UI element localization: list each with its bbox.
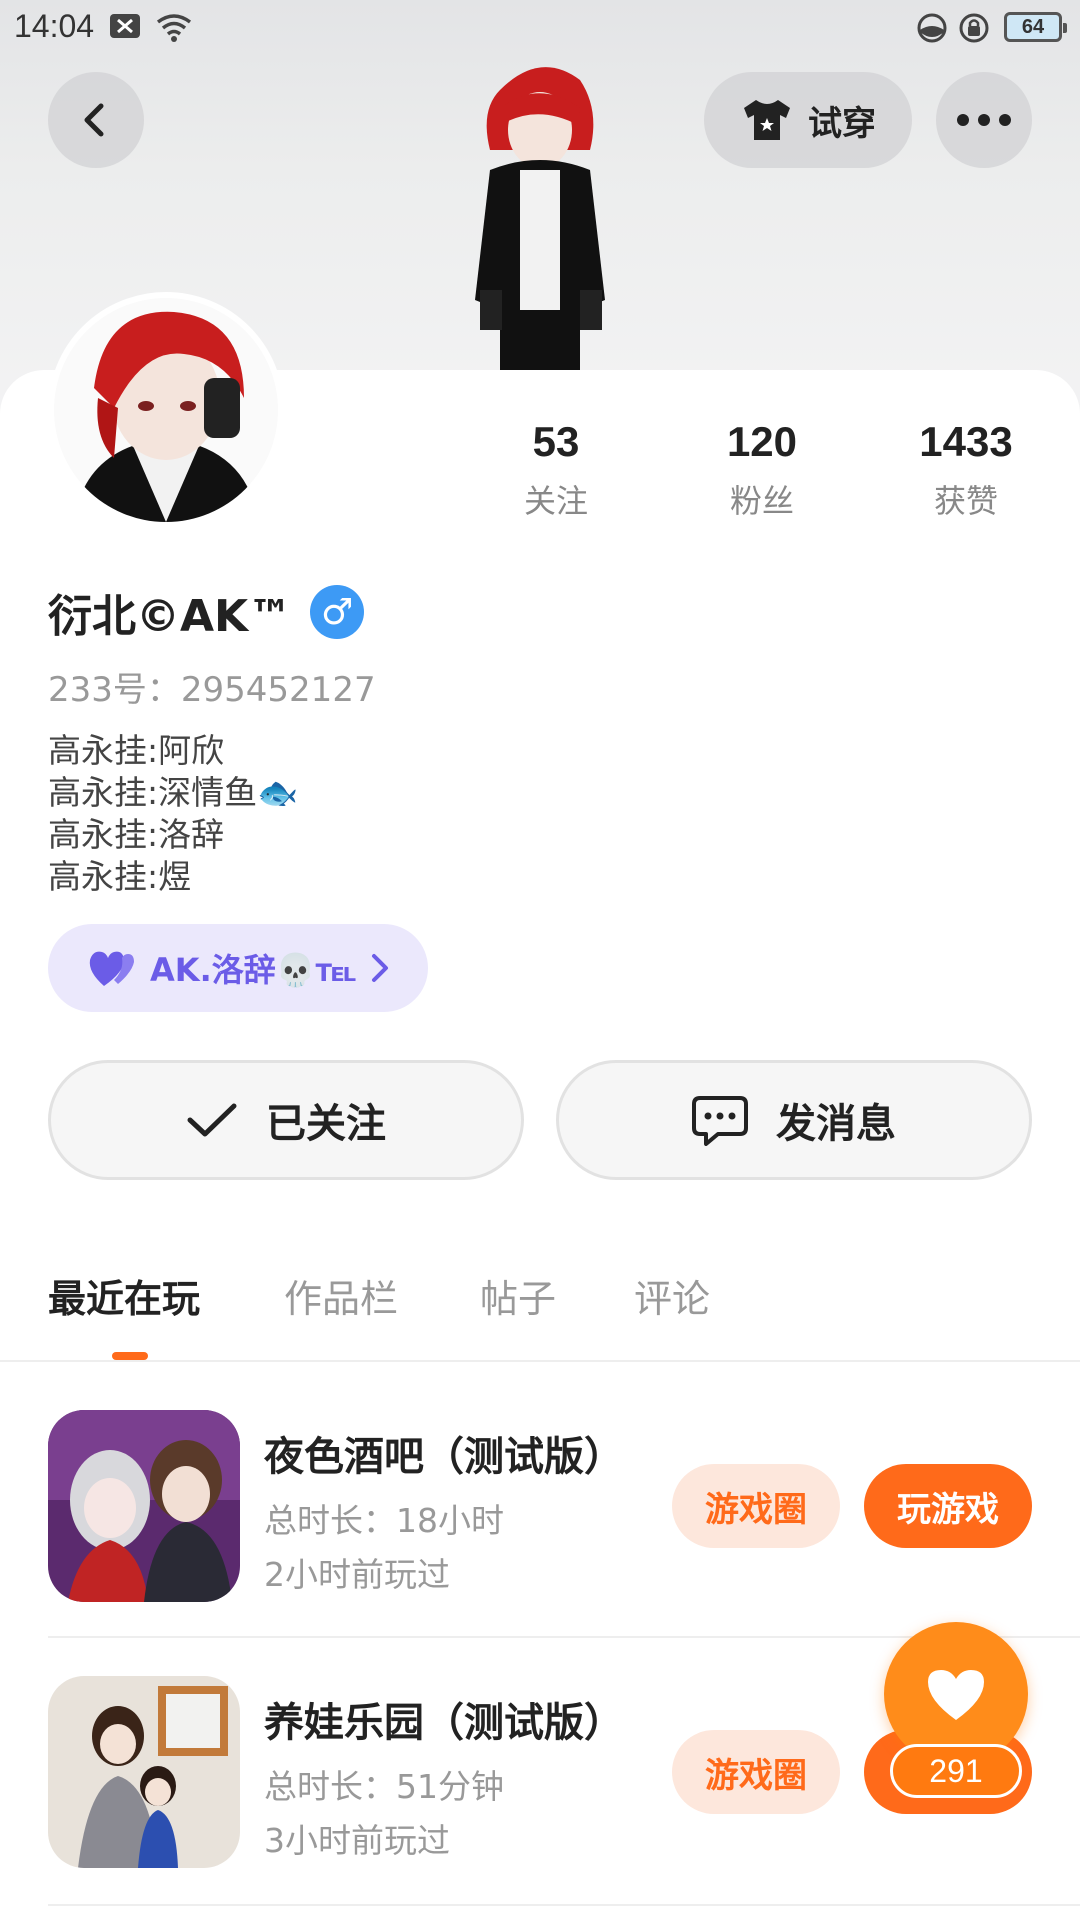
play-game-button[interactable]: 玩游戏 bbox=[864, 1464, 1032, 1548]
rotation-lock-icon bbox=[959, 13, 989, 43]
more-button[interactable] bbox=[936, 72, 1032, 168]
avatar[interactable] bbox=[48, 292, 284, 528]
stat-likes[interactable]: 1433 获赞 bbox=[886, 418, 1046, 522]
chevron-right-icon bbox=[372, 954, 388, 982]
user-id[interactable]: 233号：295452127 bbox=[48, 662, 376, 711]
game-row[interactable]: 夜色酒吧（测试版） 总时长：18小时 2小时前玩过 游戏圈 玩游戏 bbox=[48, 1410, 1032, 1610]
game-circle-button[interactable]: 游戏圈 bbox=[672, 1730, 840, 1814]
stat-likes-value: 1433 bbox=[919, 418, 1013, 465]
notification-icon bbox=[110, 14, 140, 38]
game-icon[interactable] bbox=[48, 1410, 240, 1602]
bio-line: 高永挂:深情鱼🐟 bbox=[48, 773, 299, 812]
tab-recently-played[interactable]: 最近在玩 bbox=[48, 1268, 200, 1323]
gender-male-icon: ♂ bbox=[310, 585, 365, 639]
game-circle-button[interactable]: 游戏圈 bbox=[672, 1464, 840, 1548]
stat-likes-label: 获赞 bbox=[933, 482, 998, 520]
tab-posts[interactable]: 帖子 bbox=[480, 1268, 556, 1323]
stat-following-label: 关注 bbox=[523, 482, 588, 520]
battery-indicator: 64 bbox=[1004, 12, 1067, 42]
chat-bubble-icon bbox=[692, 1096, 748, 1146]
avatar-image bbox=[54, 298, 278, 522]
game-cover-image bbox=[48, 1410, 240, 1602]
tshirt-icon bbox=[744, 100, 790, 140]
tab-comments[interactable]: 评论 bbox=[634, 1268, 710, 1323]
heart-icon bbox=[928, 1670, 984, 1720]
bio-line: 高永挂:煜 bbox=[48, 857, 192, 896]
game-duration: 总时长：18小时 bbox=[264, 1501, 504, 1540]
back-button[interactable] bbox=[48, 72, 144, 168]
double-heart-icon bbox=[89, 951, 134, 986]
tabs-divider bbox=[0, 1360, 1080, 1362]
try-on-label: 试穿 bbox=[808, 103, 876, 144]
tab-works[interactable]: 作品栏 bbox=[284, 1268, 398, 1323]
character-figure bbox=[475, 67, 605, 370]
wifi-icon bbox=[156, 14, 192, 42]
bio-line: 高永挂:洛辞 bbox=[48, 815, 225, 854]
name-row: 衍北©AK™ ♂ bbox=[48, 580, 365, 644]
game-title: 夜色酒吧（测试版） bbox=[264, 1434, 624, 1480]
try-on-button[interactable]: 试穿 bbox=[704, 72, 912, 168]
stat-fans-label: 粉丝 bbox=[729, 482, 794, 520]
bio-line: 高永挂:阿欣 bbox=[48, 731, 225, 770]
row-divider bbox=[48, 1904, 1080, 1906]
user-bio: 高永挂:阿欣 高永挂:深情鱼🐟 高永挂:洛辞 高永挂:煜 bbox=[48, 730, 298, 898]
like-count: 291 bbox=[890, 1744, 1022, 1798]
following-label: 已关注 bbox=[266, 1101, 386, 1147]
status-bar: 14:04 64 bbox=[0, 0, 1080, 56]
more-dots-icon bbox=[957, 114, 1011, 126]
cp-name: AK.洛辞💀℡ bbox=[150, 951, 357, 989]
message-button[interactable]: 发消息 bbox=[556, 1060, 1032, 1180]
game-last-played: 3小时前玩过 bbox=[264, 1821, 450, 1860]
following-button[interactable]: 已关注 bbox=[48, 1060, 524, 1180]
user-name: 衍北©AK™ bbox=[48, 591, 293, 642]
cp-relationship-tag[interactable]: AK.洛辞💀℡ bbox=[48, 924, 428, 1012]
data-saver-icon bbox=[917, 13, 947, 43]
game-icon[interactable] bbox=[48, 1676, 240, 1868]
check-icon bbox=[187, 1103, 237, 1137]
active-tab-indicator bbox=[112, 1352, 148, 1360]
stat-fans-value: 120 bbox=[726, 418, 798, 465]
game-last-played: 2小时前玩过 bbox=[264, 1555, 450, 1594]
game-duration: 总时长：51分钟 bbox=[264, 1767, 504, 1806]
game-cover-image bbox=[48, 1676, 240, 1868]
stat-fans[interactable]: 120 粉丝 bbox=[682, 418, 842, 522]
stat-following[interactable]: 53 关注 bbox=[476, 418, 636, 522]
stat-following-value: 53 bbox=[532, 418, 580, 465]
chevron-left-icon bbox=[84, 103, 104, 137]
status-time: 14:04 bbox=[14, 8, 95, 44]
game-title: 养娃乐园（测试版） bbox=[264, 1700, 624, 1746]
message-label: 发消息 bbox=[776, 1101, 896, 1147]
